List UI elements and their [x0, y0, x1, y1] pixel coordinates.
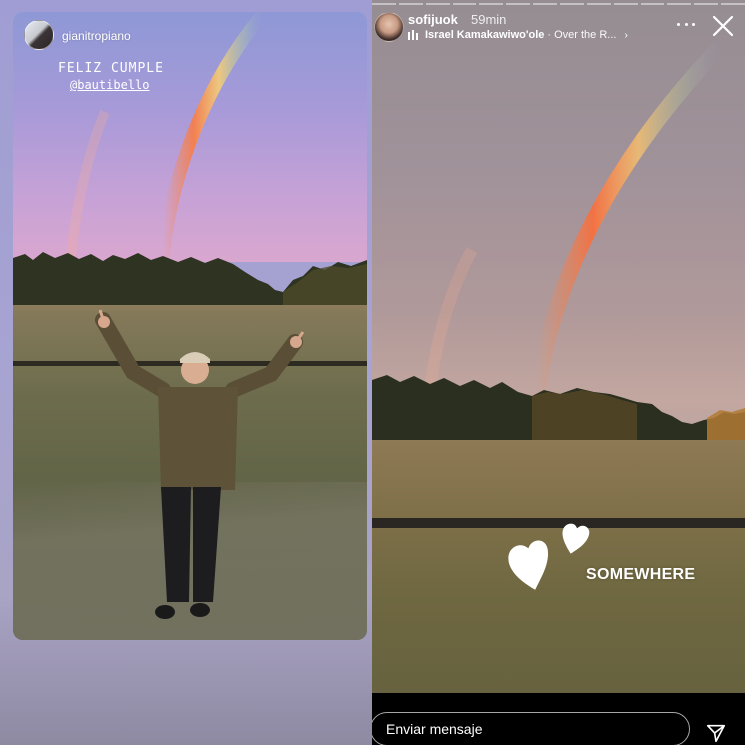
progress-segment: [586, 3, 611, 5]
music-bars-icon: [408, 30, 418, 40]
post-time: 59min: [471, 12, 507, 27]
music-artist: Israel Kamakawiwo'ole: [425, 29, 545, 41]
more-horizontal-icon: [677, 22, 680, 26]
progress-segment: [479, 3, 504, 5]
shared-story-photo: [13, 12, 367, 640]
progress-segment: [560, 3, 584, 5]
close-icon[interactable]: [711, 14, 735, 38]
shared-story-frame: gianitropiano FELIZ CUMPLE @bautibello: [0, 0, 372, 745]
music-song: Over the R...: [554, 29, 617, 41]
avatar[interactable]: [24, 20, 54, 50]
music-info[interactable]: Israel Kamakawiwo'ole · Over the R... ›: [408, 29, 628, 41]
progress-segment: [372, 3, 396, 5]
progress-segment: [613, 3, 638, 5]
chevron-right-icon: ›: [624, 29, 628, 41]
username[interactable]: sofijuok: [408, 12, 458, 27]
caption-text: FELIZ CUMPLE: [58, 61, 164, 76]
progress-segment: [533, 3, 557, 5]
story-viewer: sofijuok 59min Israel Kamakawiwo'ole · O…: [372, 0, 745, 745]
progress-segment: [640, 3, 665, 5]
mention-link[interactable]: @bautibello: [70, 78, 149, 92]
message-input[interactable]: [372, 712, 690, 745]
progress-segment: [452, 3, 477, 5]
progress-segment: [425, 3, 450, 5]
more-options-button[interactable]: [674, 17, 698, 31]
avatar[interactable]: [374, 12, 404, 42]
sticker-text: SOMEWHERE: [586, 566, 696, 583]
username[interactable]: gianitropiano: [62, 29, 131, 43]
progress-segment: [398, 3, 423, 5]
progress-segment: [694, 3, 719, 5]
rainbow: [424, 39, 728, 397]
progress-segment: [506, 3, 531, 5]
send-icon[interactable]: [705, 722, 727, 744]
person-photo: [95, 309, 305, 619]
progress-segment: [721, 3, 745, 5]
music-separator: ·: [547, 29, 552, 41]
hearts-sticker-icon: [508, 523, 590, 590]
reply-bar: [372, 693, 745, 745]
progress-segment: [667, 3, 692, 5]
